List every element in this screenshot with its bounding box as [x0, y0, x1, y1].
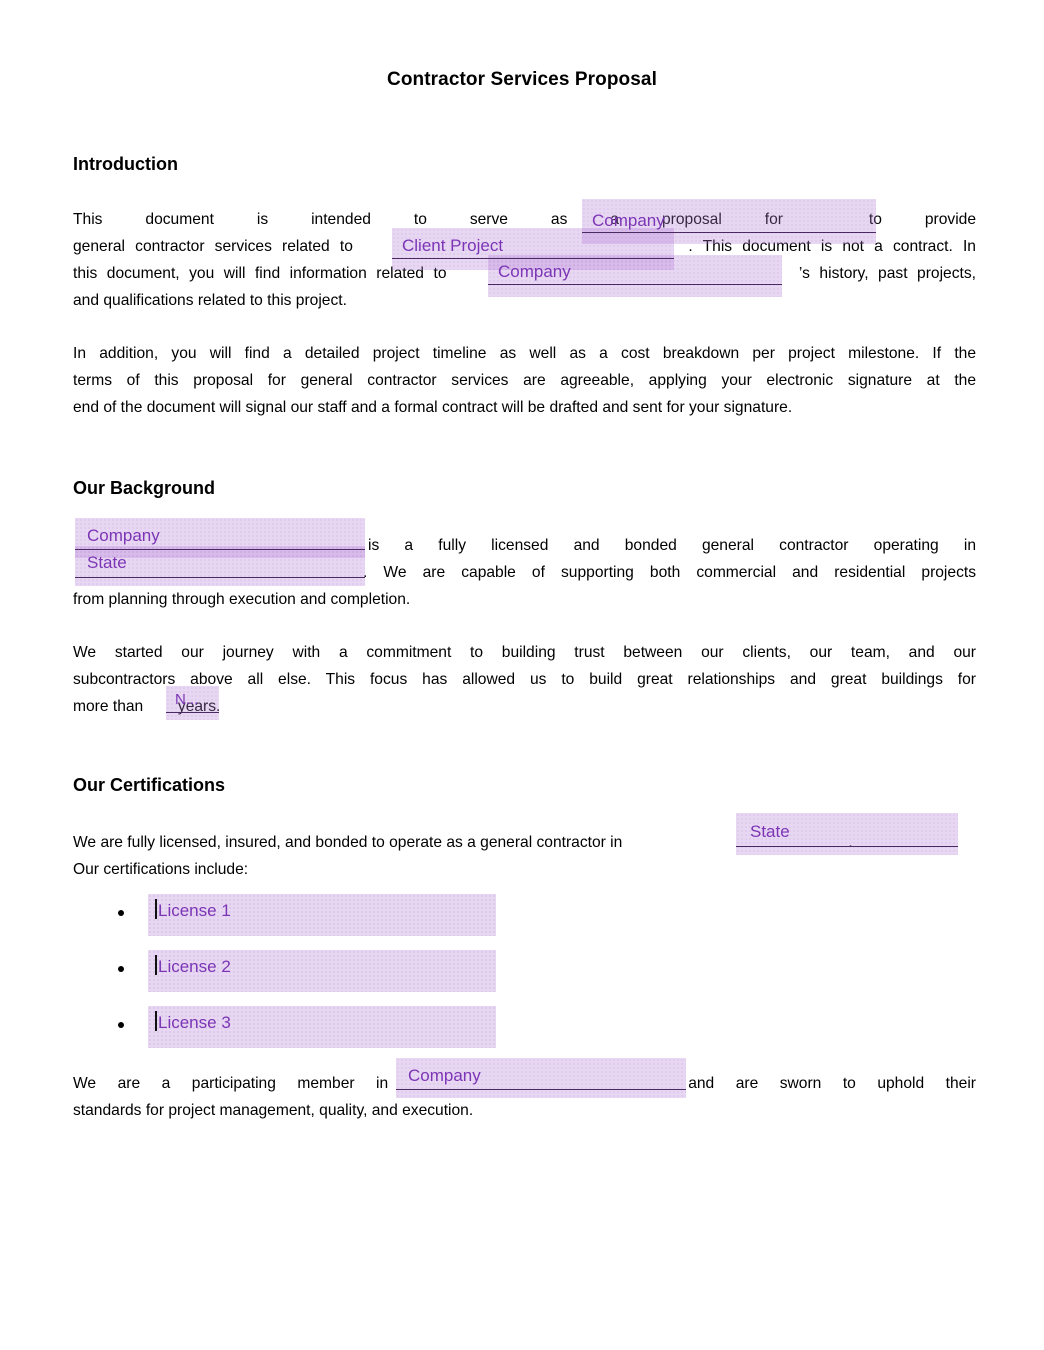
- field-value: License 1: [158, 901, 231, 920]
- list-item: License 1: [73, 888, 976, 944]
- field-underline: [166, 712, 219, 713]
- section-heading-introduction: Introduction: [73, 154, 178, 174]
- field-value: Company: [87, 526, 160, 545]
- field-underline: [488, 284, 782, 285]
- field-underline: [736, 846, 958, 847]
- list-item: License 2: [73, 944, 976, 1000]
- field-value: Company: [498, 262, 571, 281]
- field-underline: [75, 577, 365, 578]
- field-underline: [392, 258, 674, 259]
- text-run: to provide: [868, 211, 976, 228]
- field-value: Company: [592, 211, 665, 230]
- paragraph-line: In addition, you will find a detailed pr…: [73, 345, 976, 362]
- text-run: and qualifications related to this proje…: [73, 292, 347, 309]
- document-page: Contractor Services Proposal Introductio…: [0, 0, 1044, 1350]
- text-caret-icon: [155, 899, 157, 919]
- field-value: Client Project: [402, 236, 504, 255]
- paragraph-line: terms of this proposal for general contr…: [73, 372, 976, 389]
- field-value: N...: [175, 691, 199, 708]
- field-company-certifications[interactable]: Company: [396, 1058, 686, 1098]
- field-underline: [396, 1089, 686, 1090]
- bullet-icon: [118, 966, 124, 972]
- text-run: We are fully licensed, insured, and bond…: [73, 834, 623, 851]
- page-title: Contractor Services Proposal: [387, 69, 657, 90]
- field-state-background[interactable]: State: [75, 546, 365, 586]
- text-run: We are a participating member in: [73, 1075, 389, 1092]
- section-heading-certifications: Our Certifications: [73, 775, 226, 795]
- text-caret-icon: [155, 955, 157, 975]
- text-run: general contractor services related to: [73, 238, 353, 255]
- bullet-icon: [118, 910, 124, 916]
- text-caret-icon: [155, 1011, 157, 1031]
- text-run: and are sworn to uphold their: [688, 1075, 976, 1092]
- section-heading-background: Our Background: [73, 478, 216, 498]
- text-run: from planning through execution and comp…: [73, 591, 411, 608]
- text-run: this document, you will find information…: [73, 265, 447, 282]
- introduction-paragraph-2: In addition, you will find a detailed pr…: [73, 340, 976, 421]
- list-item: License 3: [73, 1000, 976, 1056]
- text-run: . We are capable of supporting both comm…: [363, 564, 976, 581]
- field-years-background[interactable]: N...: [166, 686, 219, 720]
- field-value: License 3: [158, 1013, 231, 1032]
- paragraph-line: Our certifications include:: [73, 861, 249, 878]
- field-state-certifications[interactable]: State: [736, 813, 958, 855]
- field-value: License 2: [158, 957, 231, 976]
- field-company-intro-2[interactable]: Company: [488, 255, 782, 297]
- text-run: is a fully licensed and bonded general c…: [368, 537, 976, 554]
- text-run: more than: [73, 698, 144, 715]
- field-underline: [582, 232, 876, 233]
- certifications-list: License 1 License 2 License 3: [73, 888, 976, 1056]
- field-underline: [75, 549, 365, 550]
- text-run: ’s history, past projects,: [798, 265, 976, 282]
- field-value: Company: [408, 1066, 481, 1085]
- bullet-icon: [118, 1022, 124, 1028]
- field-value: State: [87, 553, 127, 572]
- paragraph-line: We started our journey with a commitment…: [73, 644, 976, 661]
- field-value: State: [750, 822, 790, 841]
